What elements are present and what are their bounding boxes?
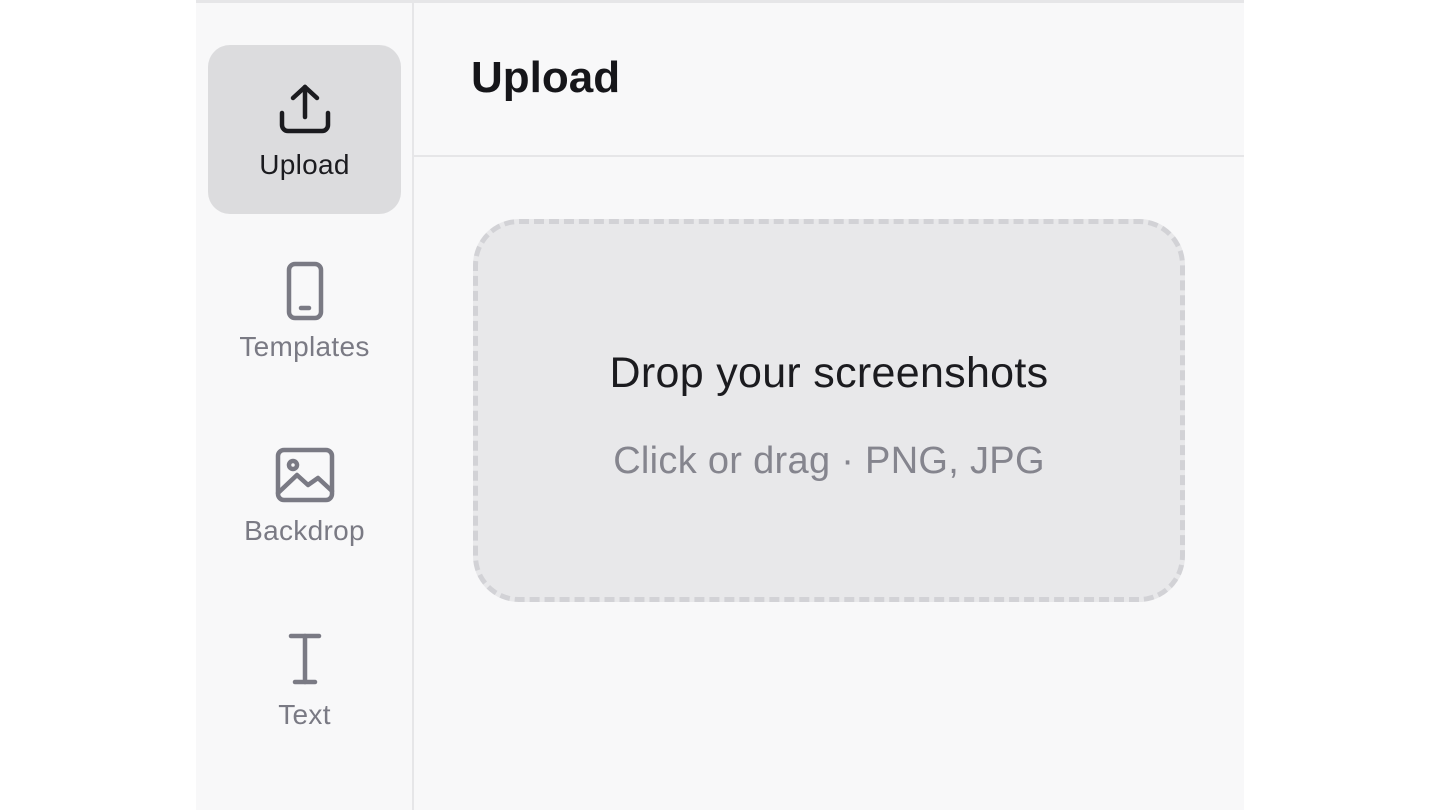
rail-item-templates[interactable]: Templates xyxy=(208,227,401,396)
page-title: Upload xyxy=(471,53,621,102)
tool-rail: Upload Templates Backdrop Text xyxy=(196,3,414,810)
rail-item-label: Backdrop xyxy=(244,514,365,546)
dropzone-title: Drop your screenshots xyxy=(609,349,1049,397)
upload-icon xyxy=(277,79,333,139)
rail-item-label: Templates xyxy=(239,330,370,362)
upload-panel: Upload Drop your screenshots Click or dr… xyxy=(414,3,1244,810)
rail-item-label: Text xyxy=(278,698,331,730)
app-window: Upload Templates Backdrop Text Upload Dr… xyxy=(196,0,1244,810)
rail-item-label: Upload xyxy=(259,148,350,180)
upload-dropzone[interactable]: Drop your screenshots Click or drag · PN… xyxy=(473,219,1185,602)
rail-item-text[interactable]: Text xyxy=(208,595,401,764)
dropzone-hint: Click or drag · PNG, JPG xyxy=(613,440,1045,482)
phone-icon xyxy=(285,261,325,321)
rail-item-upload[interactable]: Upload xyxy=(208,45,401,214)
panel-header: Upload xyxy=(414,3,1244,157)
text-cursor-icon xyxy=(285,629,325,689)
image-icon xyxy=(275,445,335,505)
rail-item-backdrop[interactable]: Backdrop xyxy=(208,411,401,580)
